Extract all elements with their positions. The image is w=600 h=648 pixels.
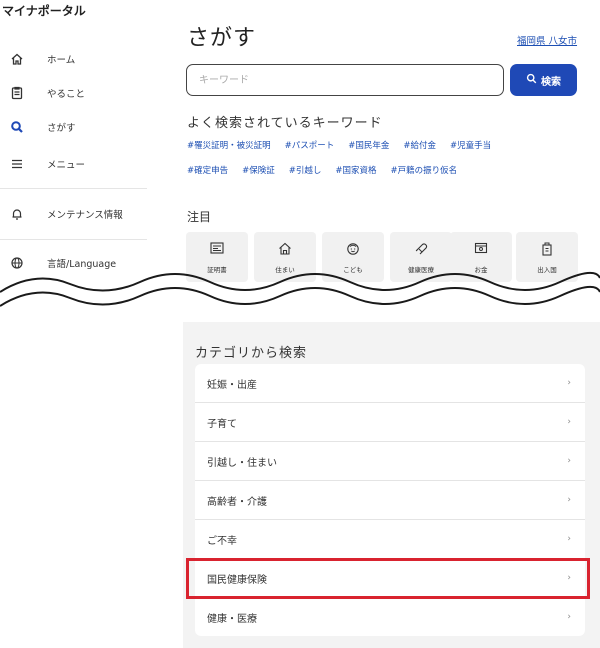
sidebar-item-search[interactable]: さがす	[0, 112, 160, 142]
sidebar-item-todo[interactable]: やること	[0, 78, 160, 108]
money-icon	[450, 242, 512, 254]
category-label: 高齢者・介護	[207, 496, 267, 508]
keyword-row: #罹災証明・被災証明 #パスポート #国民年金 #給付金 #児童手当	[187, 139, 491, 151]
category-label: 妊娠・出産	[207, 379, 257, 391]
category-item[interactable]: 引越し・住まい ›	[195, 442, 585, 480]
sidebar-item-menu[interactable]: メニュー	[0, 149, 160, 179]
home-icon	[8, 50, 26, 68]
content-break-wave	[0, 271, 600, 326]
keyword-link[interactable]: #引越し	[289, 164, 322, 176]
category-label: 引越し・住まい	[207, 457, 277, 469]
category-label: ご不幸	[207, 535, 237, 547]
menu-icon	[8, 155, 26, 173]
search-button-label: 検索	[541, 76, 561, 88]
chevron-right-icon: ›	[567, 612, 571, 622]
keyword-link[interactable]: #保険証	[242, 164, 275, 176]
region-link[interactable]: 福岡県 八女市	[517, 33, 577, 47]
search-input[interactable]	[187, 65, 503, 95]
chevron-right-icon: ›	[567, 534, 571, 544]
sidebar-item-home[interactable]: ホーム	[0, 44, 160, 74]
keyword-link[interactable]: #パスポート	[285, 139, 335, 151]
keyword-link[interactable]: #国民年金	[348, 139, 389, 151]
category-label: 健康・医療	[207, 613, 257, 625]
sidebar-item-label: ホーム	[47, 55, 76, 66]
keyword-link[interactable]: #罹災証明・被災証明	[187, 139, 271, 151]
app-brand: マイナポータル	[2, 4, 86, 18]
keyword-row: #確定申告 #保険証 #引越し #国家資格 #戸籍の振り仮名	[187, 164, 457, 176]
keyword-link[interactable]: #国家資格	[335, 164, 376, 176]
keyword-link[interactable]: #児童手当	[450, 139, 491, 151]
category-item[interactable]: 高齢者・介護 ›	[195, 481, 585, 519]
chevron-right-icon: ›	[567, 573, 571, 583]
category-section-title: カテゴリから検索	[195, 346, 308, 361]
keyword-link[interactable]: #給付金	[403, 139, 436, 151]
child-icon	[322, 242, 384, 255]
sidebar-item-label: メニュー	[47, 160, 86, 171]
search-icon	[8, 118, 26, 136]
search-input-wrapper[interactable]	[186, 64, 504, 96]
page-title: さがす	[187, 26, 257, 51]
search-button[interactable]: 検索	[510, 64, 577, 96]
category-item[interactable]: ご不幸 ›	[195, 520, 585, 558]
category-item[interactable]: 妊娠・出産 ›	[195, 364, 585, 402]
sidebar-divider	[0, 239, 147, 240]
sidebar-item-label: さがす	[47, 123, 76, 134]
passport-icon	[516, 242, 578, 256]
bell-icon	[8, 205, 26, 223]
category-item[interactable]: 子育て ›	[195, 403, 585, 441]
house-icon	[254, 242, 316, 255]
category-item-national-health-insurance[interactable]: 国民健康保険 ›	[195, 559, 585, 597]
keyword-link[interactable]: #確定申告	[187, 164, 228, 176]
featured-title: 注目	[187, 210, 212, 224]
certificate-icon	[186, 242, 248, 254]
category-item[interactable]: 健康・医療 ›	[195, 598, 585, 636]
chevron-right-icon: ›	[567, 495, 571, 505]
health-icon	[390, 242, 452, 255]
todo-icon	[8, 84, 26, 102]
category-label: 子育て	[207, 418, 237, 430]
keyword-link[interactable]: #戸籍の振り仮名	[391, 164, 458, 176]
chevron-right-icon: ›	[567, 417, 571, 427]
sidebar-divider	[0, 188, 147, 189]
sidebar-item-label: やること	[47, 89, 86, 100]
sidebar-item-maintenance[interactable]: メンテナンス情報	[0, 199, 160, 229]
search-icon	[526, 73, 537, 87]
sidebar-item-label: メンテナンス情報	[47, 210, 123, 221]
popular-keywords-title: よく検索されているキーワード	[187, 116, 383, 131]
chevron-right-icon: ›	[567, 456, 571, 466]
category-label: 国民健康保険	[207, 574, 267, 586]
chevron-right-icon: ›	[567, 378, 571, 388]
